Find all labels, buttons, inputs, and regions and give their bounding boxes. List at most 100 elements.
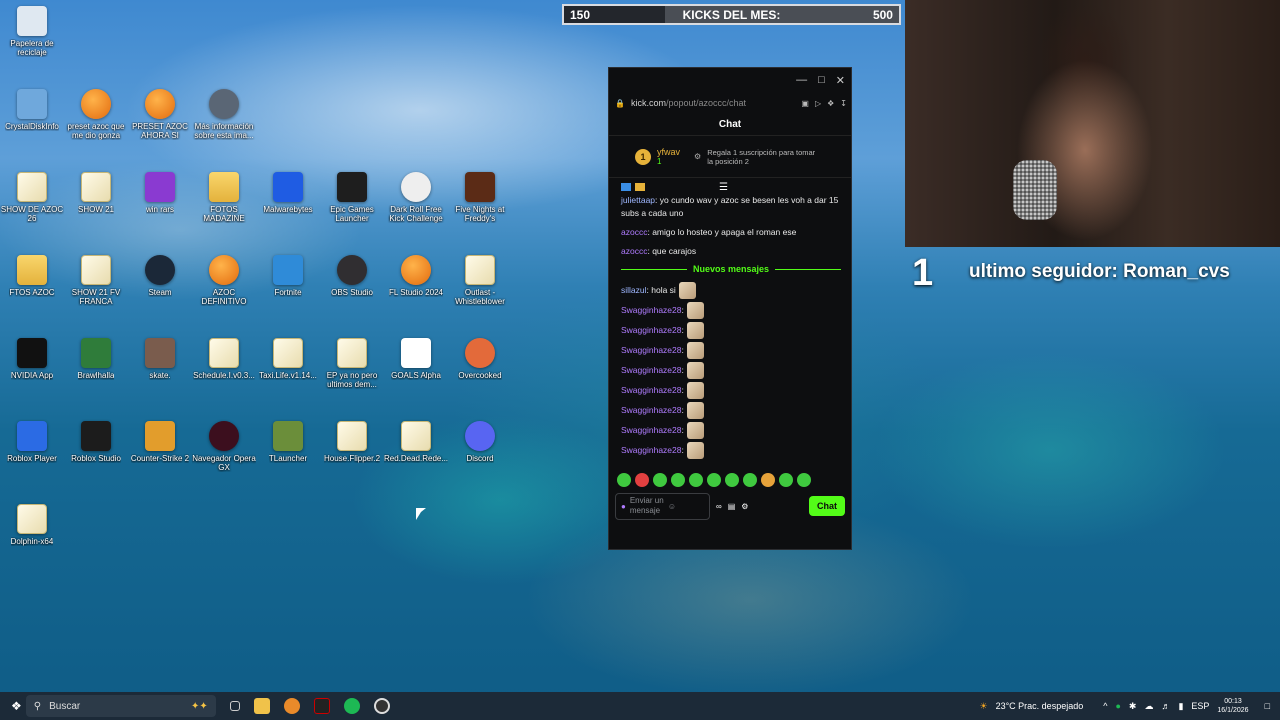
chat-username[interactable]: Swagginhaze28 <box>621 385 682 395</box>
desktop-icon[interactable]: Discord <box>448 421 512 463</box>
lang-indicator[interactable]: ESP <box>1191 701 1209 711</box>
emote-icon[interactable] <box>779 473 793 487</box>
desktop-icon[interactable]: Fortnite <box>256 255 320 297</box>
extensions-icon[interactable]: ❖ <box>827 99 834 108</box>
maximize-icon[interactable]: □ <box>818 74 825 86</box>
notifications-icon[interactable]: □ <box>1265 701 1270 711</box>
desktop-icon[interactable]: Roblox Studio <box>64 421 128 463</box>
clock[interactable]: 00:13 16/1/2026 <box>1217 697 1248 715</box>
windows-start-icon[interactable]: ❖ <box>11 699 22 713</box>
gift-sub-text[interactable]: Regala 1 suscripción para tomar la posic… <box>707 148 817 166</box>
desktop-icon[interactable]: CrystalDiskInfo <box>0 89 64 131</box>
chrome-taskbar-icon[interactable] <box>373 698 390 714</box>
desktop-icon[interactable]: win rars <box>128 172 192 214</box>
desktop-icon[interactable]: FTOS AZOC <box>0 255 64 297</box>
spotify-taskbar-icon[interactable] <box>343 698 360 714</box>
desktop-icon[interactable]: SHOW 21 FV FRANCA <box>64 255 128 306</box>
emote-icon[interactable] <box>725 473 739 487</box>
address-bar[interactable]: 🔒 kick.com/popout/azoccc/chat ▣ ▷ ❖ ↧ <box>609 92 851 114</box>
desktop-icon[interactable]: OBS Studio <box>320 255 384 297</box>
desktop-icon[interactable]: GOALS Alpha <box>384 338 448 380</box>
weather-text[interactable]: 23°C Prac. despejado <box>996 701 1084 711</box>
obs-taskbar-icon[interactable] <box>313 698 330 714</box>
emote-icon[interactable] <box>635 473 649 487</box>
file-explorer-icon[interactable] <box>253 698 270 714</box>
emote-icon[interactable] <box>671 473 685 487</box>
chat-username[interactable]: Swagginhaze28 <box>621 425 682 435</box>
desktop-icon[interactable]: House.Flipper.2 <box>320 421 384 463</box>
desktop-icon[interactable]: Dark Roll Free Kick Challenge <box>384 172 448 223</box>
users-icon[interactable]: ∞ <box>716 502 722 511</box>
tray-expand-icon[interactable]: ^ <box>1103 701 1107 711</box>
menu-icon[interactable]: ☰ <box>719 182 728 193</box>
taskbar-search[interactable]: ⚲ Buscar ✦✦ <box>25 695 216 717</box>
close-icon[interactable]: ✕ <box>836 74 845 87</box>
desktop-icon[interactable]: skate. <box>128 338 192 380</box>
emote-icon[interactable] <box>653 473 667 487</box>
desktop-icon[interactable]: Malwarebytes <box>256 172 320 214</box>
volume-icon[interactable]: ♬ <box>1161 701 1170 711</box>
desktop-icon[interactable]: FOTOS MADAZINE <box>192 172 256 223</box>
chat-text: : <box>681 405 684 415</box>
emoji-icon[interactable]: ☺ <box>668 502 676 511</box>
chat-username[interactable]: Swagginhaze28 <box>621 365 682 375</box>
desktop-icon[interactable]: Schedule.I.v0.3... <box>192 338 256 380</box>
desktop-icon[interactable]: Steam <box>128 255 192 297</box>
emote-icon[interactable] <box>761 473 775 487</box>
desktop-icon[interactable]: AZOC DEFINITIVO <box>192 255 256 306</box>
play-icon[interactable]: ▷ <box>815 99 821 108</box>
emote-icon[interactable] <box>617 473 631 487</box>
send-chat-button[interactable]: Chat <box>809 496 845 516</box>
desktop-icon[interactable]: Counter-Strike 2 <box>128 421 192 463</box>
desktop-icon[interactable]: Navegador Opera GX <box>192 421 256 472</box>
emote-icon[interactable] <box>743 473 757 487</box>
download-icon[interactable]: ↧ <box>840 99 847 108</box>
steam-icon <box>145 255 175 285</box>
chat-username[interactable]: Swagginhaze28 <box>621 305 682 315</box>
desktop-icon[interactable]: FL Studio 2024 <box>384 255 448 297</box>
shield-icon[interactable]: ▣ <box>801 99 809 108</box>
desktop-icon[interactable]: EP ya no pero ultimos dem... <box>320 338 384 389</box>
desktop-icon[interactable]: Epic Games Launcher <box>320 172 384 223</box>
chat-username[interactable]: Swagginhaze28 <box>621 405 682 415</box>
desktop-icon[interactable]: Brawlhalla <box>64 338 128 380</box>
url-text[interactable]: kick.com/popout/azoccc/chat <box>631 98 795 108</box>
spotify-tray-icon[interactable]: ● <box>1115 701 1120 711</box>
gift-box-icon[interactable]: ▤ <box>728 502 736 511</box>
chat-username[interactable]: Swagginhaze28 <box>621 325 682 335</box>
desktop-icon[interactable]: SHOW DE AZOC 26 <box>0 172 64 223</box>
desktop-icon[interactable]: Papelera de reciclaje <box>0 6 64 57</box>
chat-username[interactable]: sillazul <box>621 285 647 295</box>
desktop-icon[interactable]: preset azoc que me dio gonza <box>64 89 128 140</box>
chat-input[interactable]: ● Enviar un mensaje ☺ <box>615 492 710 520</box>
window-titlebar: — □ ✕ <box>609 68 851 92</box>
chat-username[interactable]: juliettaap <box>621 195 655 205</box>
emote-icon[interactable] <box>689 473 703 487</box>
chat-username[interactable]: Swagginhaze28 <box>621 445 682 455</box>
desktop-icon[interactable]: Red.Dead.Rede... <box>384 421 448 463</box>
desktop-icon[interactable]: Roblox Player <box>0 421 64 463</box>
chat-username[interactable]: azoccc <box>621 246 647 256</box>
desktop-icon[interactable]: Outlast - Whistleblower <box>448 255 512 306</box>
minimize-icon[interactable]: — <box>796 74 807 86</box>
desktop-icon[interactable]: PRESET AZOC AHORA SI <box>128 89 192 140</box>
desktop-icon[interactable]: TLauncher <box>256 421 320 463</box>
task-view-icon[interactable] <box>229 701 240 711</box>
desktop-icon[interactable]: Five Nights at Freddy's <box>448 172 512 223</box>
gift-icon[interactable]: ⚙ <box>694 152 701 161</box>
desktop-icon[interactable]: NVIDIA App <box>0 338 64 380</box>
network-icon[interactable]: ☁ <box>1144 701 1153 712</box>
chat-username[interactable]: azoccc <box>621 227 647 237</box>
desktop-icon[interactable]: Taxi.Life.v1.14... <box>256 338 320 380</box>
settings-icon[interactable]: ⚙ <box>741 502 748 511</box>
desktop-icon[interactable]: Más información sobre esta ima... <box>192 89 256 140</box>
desktop-icon[interactable]: Overcooked <box>448 338 512 380</box>
emote-icon[interactable] <box>707 473 721 487</box>
desktop-icon[interactable]: SHOW 21 <box>64 172 128 214</box>
desktop-icon[interactable]: Dolphin-x64 <box>0 504 64 546</box>
bluetooth-icon[interactable]: ✱ <box>1129 701 1137 712</box>
fl-studio-taskbar-icon[interactable] <box>283 698 300 714</box>
chat-username[interactable]: Swagginhaze28 <box>621 345 682 355</box>
emote-icon[interactable] <box>797 473 811 487</box>
battery-icon[interactable]: ▮ <box>1178 701 1183 712</box>
